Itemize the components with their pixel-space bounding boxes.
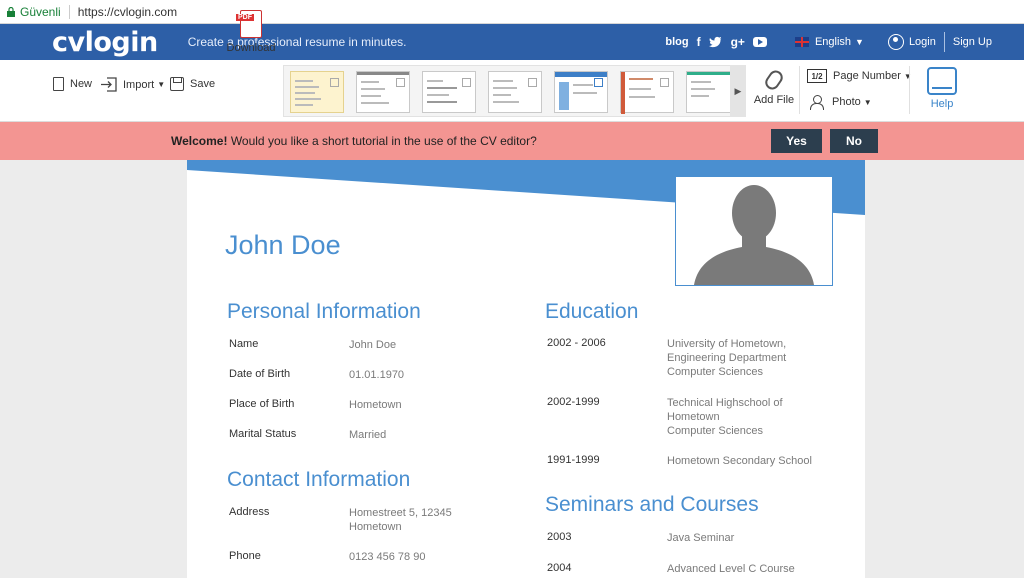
banner-question: Would you like a short tutorial in the u… [230,134,537,148]
save-icon [170,77,184,91]
education-row-value[interactable]: University of Hometown, Engineering Depa… [667,337,786,379]
education-row-label: 2002 - 2006 [547,337,606,349]
address-divider [68,4,70,19]
template-carousel [283,65,746,117]
personal-row-label: Place of Birth [229,398,295,410]
save-button[interactable]: Save [170,77,215,91]
import-icon [101,77,117,92]
header-divider [943,32,945,52]
language-selector[interactable]: English [815,36,851,48]
personal-row-label: Marital Status [229,428,297,440]
help-label: Help [930,98,954,110]
cv-full-name[interactable]: John Doe [225,230,341,261]
template-thumbnail[interactable] [290,71,344,113]
section-heading-education[interactable]: Education [545,300,638,324]
new-label: New [70,78,93,90]
import-button[interactable]: Import ▼ [100,77,165,92]
seminar-row-label: 2003 [547,531,572,543]
add-file-button[interactable]: Add File [752,67,796,106]
chevron-down-icon[interactable]: ▼ [855,37,864,47]
import-label: Import [123,78,155,91]
pdf-icon: PDF [236,10,262,38]
banner-welcome: Welcome! [171,134,228,148]
new-button[interactable]: New [53,77,92,91]
personal-row-value[interactable]: Hometown [349,398,402,412]
personal-row-value[interactable]: 01.01.1970 [349,368,404,382]
section-heading-contact[interactable]: Contact Information [227,468,410,492]
contact-row-value[interactable]: 0123 456 78 90 [349,550,425,564]
document-icon [53,77,64,91]
person-icon [810,95,824,110]
contact-row-value[interactable]: Homestreet 5, 12345 Hometown [349,506,452,534]
contact-row-label: Phone [229,550,261,562]
url-field[interactable]: https://cvlogin.com [78,5,177,19]
header-actions: blog f g+ English ▼ Login Sign Up [665,24,1024,60]
help-icon [927,67,957,95]
seminar-row-value[interactable]: Advanced Level C Course [667,562,795,576]
education-row-label: 2002-1999 [547,396,600,408]
chevron-right-icon: ▶ [734,85,742,96]
education-row-value[interactable]: Technical Highschool of Hometown Compute… [667,396,783,438]
section-heading-personal[interactable]: Personal Information [227,300,421,324]
uk-flag-icon [794,37,809,47]
chevron-down-icon: ▼ [157,80,166,89]
add-file-label: Add File [753,94,795,106]
google-plus-icon[interactable]: g+ [731,35,745,49]
seminar-row-value[interactable]: Java Seminar [667,531,734,545]
no-button[interactable]: No [830,129,878,153]
save-label: Save [190,78,216,90]
user-icon[interactable] [887,34,904,50]
chevron-down-icon: ▼ [863,97,872,107]
template-thumbnail[interactable] [488,71,542,113]
personal-row-value[interactable]: Married [349,428,386,442]
login-link[interactable]: Login [909,36,936,48]
profile-photo[interactable] [675,176,833,286]
personal-row-label: Date of Birth [229,368,291,380]
page-number-label: Page Number [833,70,901,82]
lock-icon [7,6,15,17]
photo-label: Photo [832,96,861,108]
blog-link[interactable]: blog [665,36,688,48]
avatar-icon [694,185,814,285]
secure-label: Güvenli [20,4,61,19]
education-row-value[interactable]: Hometown Secondary School [667,454,812,468]
template-thumbnail[interactable] [620,71,674,114]
template-thumbnail[interactable] [422,71,476,113]
help-button[interactable]: Help [922,67,962,110]
signup-link[interactable]: Sign Up [953,36,992,48]
toolbar-divider [909,66,910,114]
carousel-next-button[interactable]: ▶ [730,65,746,117]
paperclip-icon [762,67,786,93]
template-thumbnail[interactable] [554,71,608,113]
personal-row-label: Name [229,338,259,350]
download-label: Download [226,42,276,54]
seminar-row-label: 2004 [547,562,572,574]
section-heading-seminars[interactable]: Seminars and Courses [545,493,759,517]
yes-button[interactable]: Yes [771,129,822,153]
site-logo[interactable]: cvlogin [52,27,158,58]
download-button[interactable]: PDF Download [226,8,276,54]
personal-row-value[interactable]: John Doe [349,338,396,352]
facebook-icon[interactable]: f [697,35,701,49]
page-number-icon: 1/2 [807,69,827,83]
chevron-down-icon: ▼ [903,71,912,81]
youtube-icon[interactable] [752,37,767,47]
twitter-icon[interactable] [708,36,723,48]
template-thumbnail[interactable] [356,71,410,113]
browser-address-bar: Güvenli https://cvlogin.com [0,0,1024,24]
site-tagline: Create a professional resume in minutes. [187,35,407,49]
site-header: cvlogin Create a professional resume in … [0,24,1024,60]
page-number-button[interactable]: 1/2 Page Number ▼ [807,69,912,83]
cv-page[interactable]: John Doe Personal Information Name John … [187,160,865,578]
banner-message: Welcome! Would you like a short tutorial… [171,134,537,148]
contact-row-label: Address [229,506,270,518]
photo-button[interactable]: Photo ▼ [810,95,872,110]
toolbar-divider [799,66,800,114]
education-row-label: 1991-1999 [547,454,600,466]
